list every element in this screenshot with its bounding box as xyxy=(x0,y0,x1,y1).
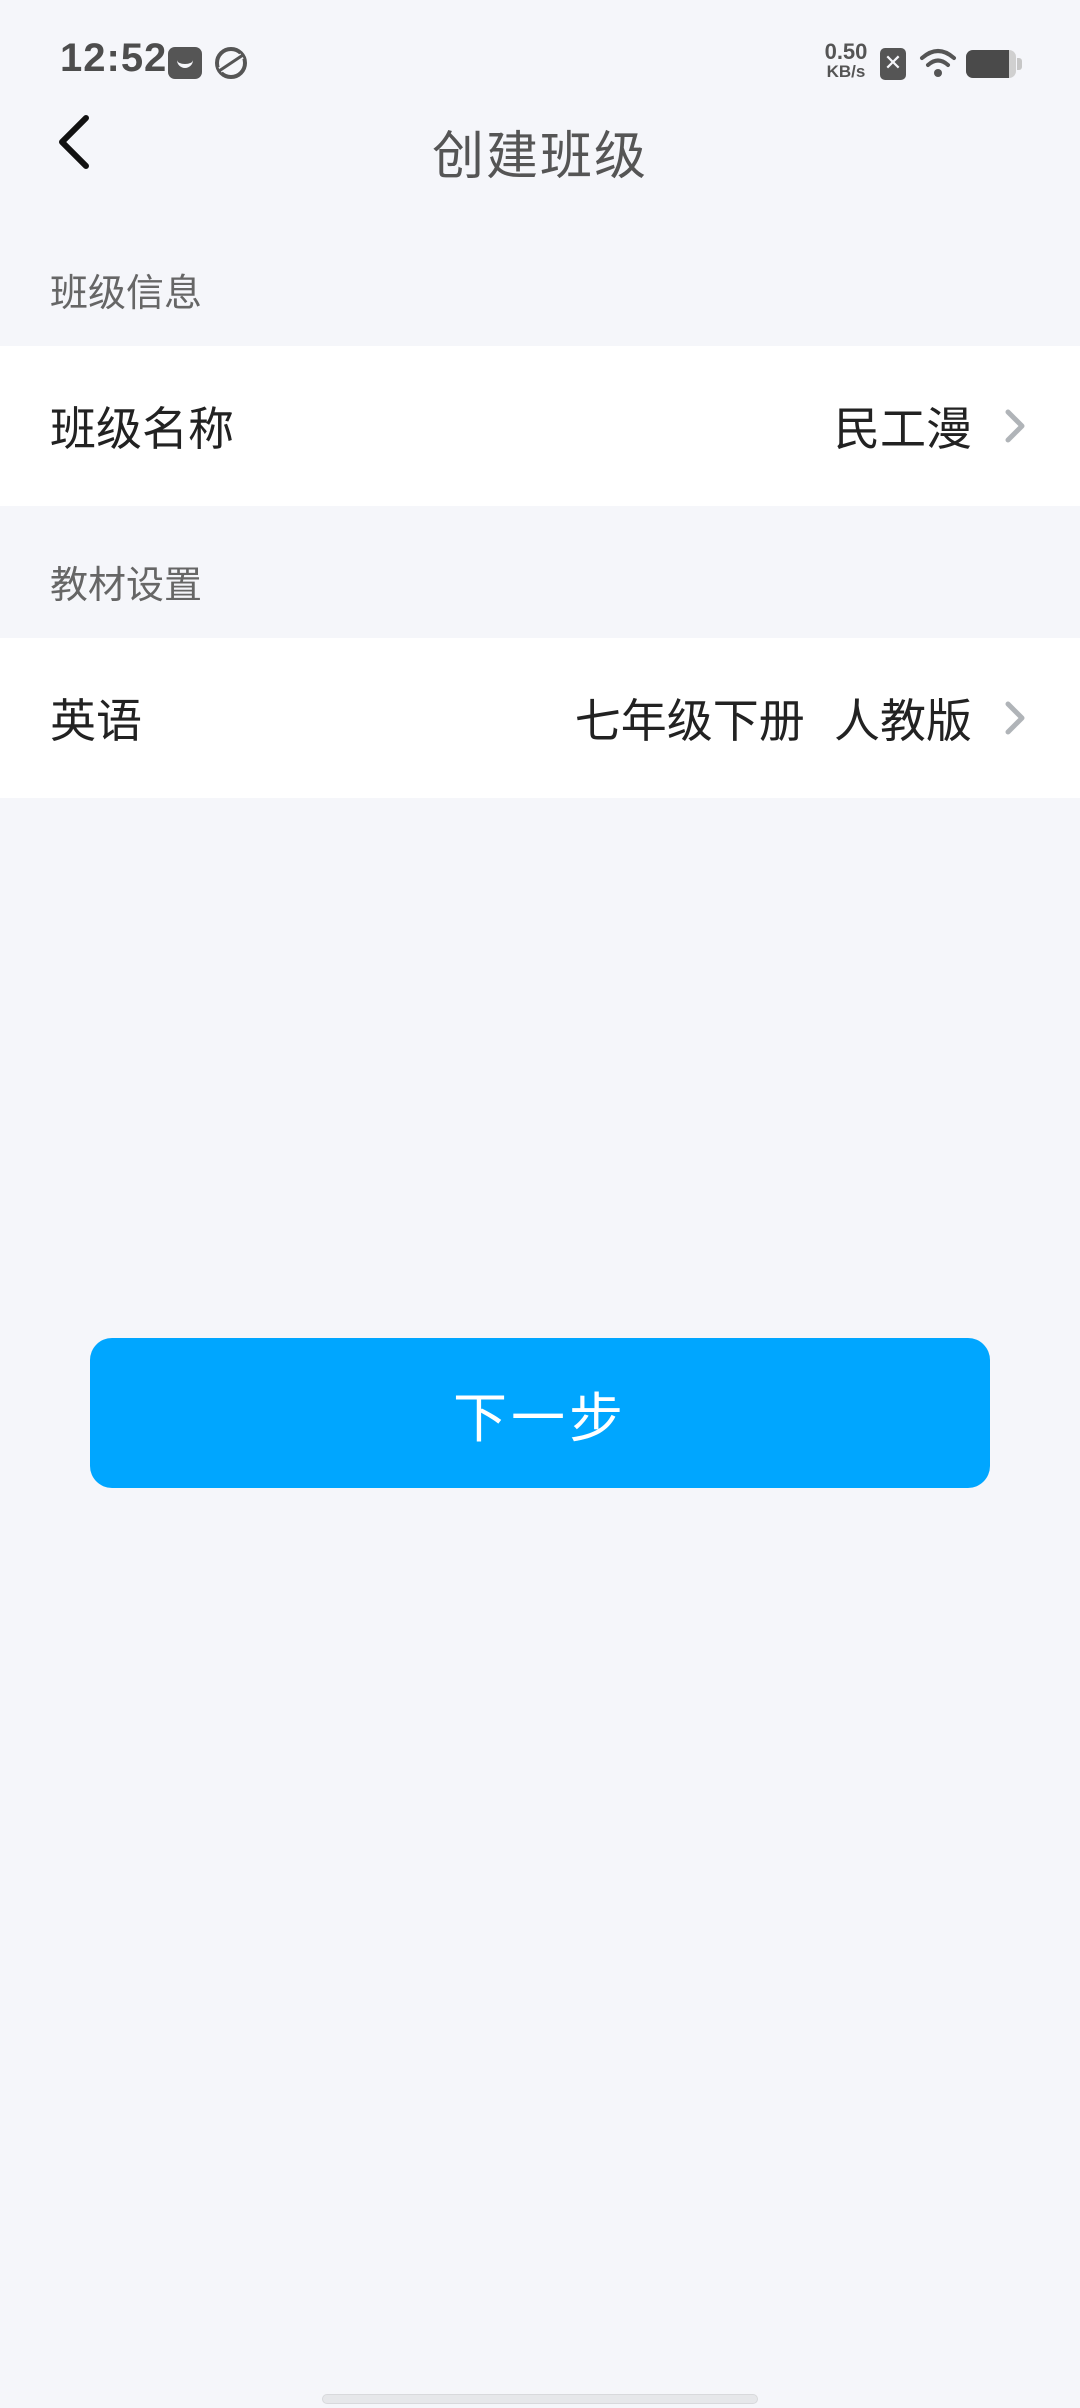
battery-fill xyxy=(966,50,1009,78)
network-speed: 0.50 KB/s xyxy=(818,39,874,82)
battery-icon xyxy=(966,50,1016,78)
next-step-button[interactable]: 下一步 xyxy=(90,1338,990,1488)
class-name-label: 班级名称 xyxy=(50,402,234,456)
message-icon xyxy=(168,47,202,79)
page-title: 创建班级 xyxy=(431,127,648,187)
section-label-textbook-settings: 教材设置 xyxy=(50,563,203,607)
status-time: 12:52 xyxy=(60,36,168,80)
nav-bar: 创建班级 xyxy=(0,90,1080,200)
home-indicator[interactable] xyxy=(322,2394,758,2404)
chevron-right-icon xyxy=(1005,409,1025,443)
class-name-value: 民工漫 xyxy=(834,402,972,456)
sim-icon: ✕ xyxy=(880,48,906,80)
wifi-icon xyxy=(920,49,956,77)
section-label-class-info: 班级信息 xyxy=(50,271,203,315)
class-name-row[interactable]: 班级名称 民工漫 xyxy=(0,346,1080,506)
network-speed-unit: KB/s xyxy=(826,62,866,81)
app-icon xyxy=(215,47,247,79)
network-speed-value: 0.50 xyxy=(824,39,868,64)
textbook-value: 七年级下册 人教版 xyxy=(574,694,972,748)
chevron-right-icon xyxy=(1005,701,1025,735)
subject-label: 英语 xyxy=(50,694,142,748)
battery-tip xyxy=(1017,58,1022,70)
textbook-row[interactable]: 英语 七年级下册 人教版 xyxy=(0,638,1080,798)
